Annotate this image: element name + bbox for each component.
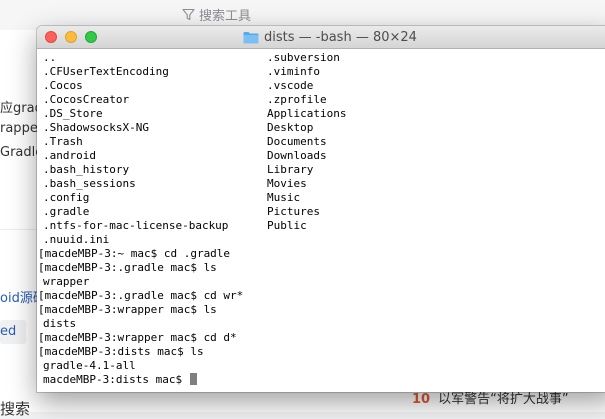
news-number: 10 — [412, 392, 431, 407]
ls-entry: .ntfs-for-mac-license-backup — [43, 219, 229, 232]
session-line: [macdeMBP-3:~ mac$ cd .gradle — [38, 247, 231, 260]
bg-divider — [0, 229, 40, 230]
close-icon[interactable] — [45, 31, 57, 43]
ls-entry: .. — [43, 51, 57, 64]
terminal-output[interactable]: .. .CFUserTextEncoding .Cocos .CocosCrea… — [37, 49, 605, 392]
search-tools-label: 搜索工具 — [199, 8, 252, 24]
prompt-line[interactable]: macdeMBP-3:dists mac$ — [43, 373, 197, 387]
minimize-icon[interactable] — [65, 31, 77, 43]
window-title-text: dists — -bash — 80×24 — [264, 29, 417, 45]
ls-entry: .vscode — [267, 79, 314, 92]
search-tools-button[interactable]: 搜索工具 — [182, 4, 251, 24]
session-line: gradle-4.1-all — [43, 359, 136, 372]
ls-entry: .nuuid.ini — [43, 233, 110, 246]
bg-fragment-5[interactable]: ed — [0, 324, 16, 339]
ls-entry: Applications — [267, 107, 347, 120]
ls-entry: .config — [43, 191, 90, 204]
session-line: [macdeMBP-3:dists mac$ ls — [38, 345, 204, 358]
maximize-icon[interactable] — [85, 31, 97, 43]
ls-entry: Library — [267, 163, 314, 176]
ls-entry: .gradle — [43, 205, 90, 218]
filter-icon — [182, 8, 195, 20]
ls-entry: .CFUserTextEncoding — [43, 65, 169, 78]
ls-entry: .viminfo — [267, 65, 320, 78]
ls-entry: .subversion — [267, 51, 340, 64]
session-line: [macdeMBP-3:wrapper mac$ cd d* — [38, 331, 237, 344]
session-line: dists — [43, 317, 77, 330]
folder-icon — [243, 31, 259, 43]
window-title: dists — -bash — 80×24 — [243, 29, 417, 45]
ls-entry: .zprofile — [267, 93, 327, 106]
ls-entry: .DS_Store — [43, 107, 103, 120]
news-title: 以军警告“将扩大战事” — [438, 392, 569, 407]
ls-entry: Public — [267, 219, 307, 232]
session-line: wrapper — [43, 275, 90, 288]
prompt-text: macdeMBP-3:dists mac$ — [43, 373, 189, 386]
session-line: [macdeMBP-3:.gradle mac$ cd wr* — [38, 289, 244, 302]
ls-entry: .android — [43, 149, 96, 162]
ls-entry: Movies — [267, 177, 307, 190]
ls-entry: .CocosCreator — [43, 93, 130, 106]
ls-entry: Pictures — [267, 205, 320, 218]
ls-entry: Downloads — [267, 149, 327, 162]
ls-entry: Desktop — [267, 121, 314, 134]
bg-bottom-left-text: 搜索 — [0, 400, 31, 418]
ls-entry: .bash_history — [43, 163, 130, 176]
ls-entry: Music — [267, 191, 301, 204]
session-line: [macdeMBP-3:wrapper mac$ ls — [38, 303, 217, 316]
ls-entry: Documents — [267, 135, 327, 148]
cursor-icon — [189, 373, 197, 385]
ls-entry: .ShadowsocksX-NG — [43, 121, 149, 134]
ls-entry: .bash_sessions — [43, 177, 136, 190]
session-line: [macdeMBP-3:.gradle mac$ ls — [38, 261, 217, 274]
ls-entry: .Cocos — [43, 79, 83, 92]
terminal-window[interactable]: dists — -bash — 80×24 .. .CFUserTextEnco… — [37, 26, 605, 392]
terminal-titlebar[interactable]: dists — -bash — 80×24 — [37, 26, 605, 49]
ls-entry: .Trash — [43, 135, 83, 148]
